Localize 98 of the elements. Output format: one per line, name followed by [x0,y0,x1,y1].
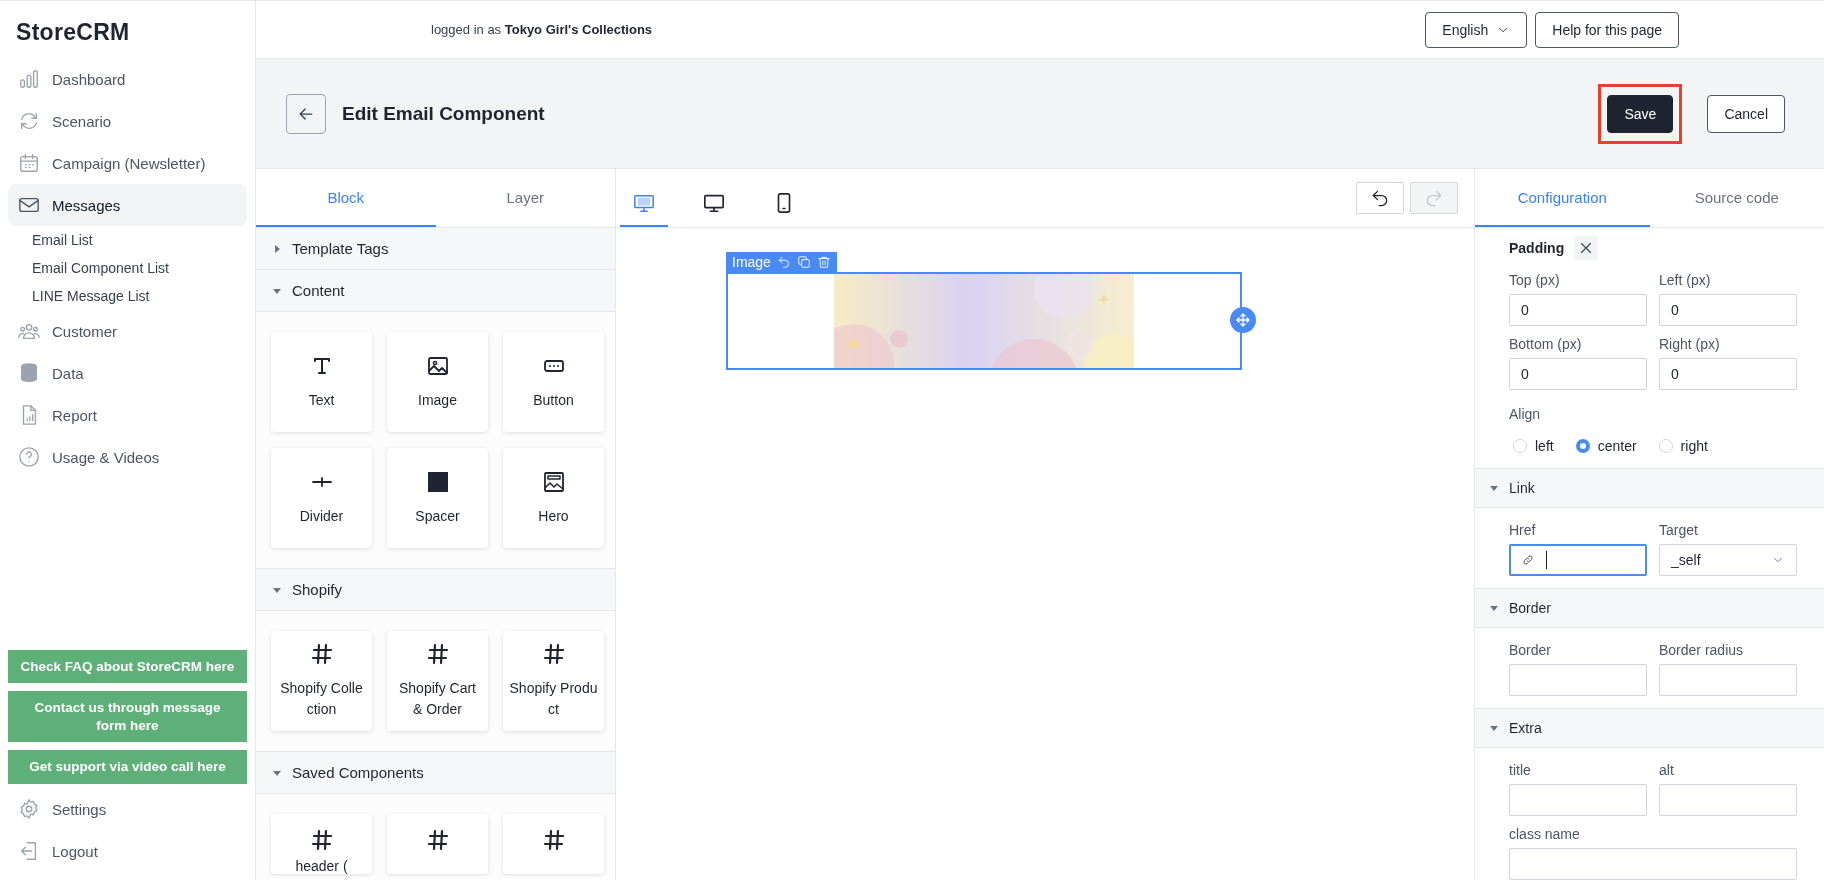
image-block[interactable] [726,272,1242,370]
section-title: Border [1509,600,1552,616]
radio-label: left [1535,438,1554,454]
action-button[interactable]: Save [1607,94,1674,133]
hero-icon [541,469,566,494]
section-header[interactable]: Content [256,270,615,312]
move-icon [1235,312,1251,328]
bar-chart-icon [18,68,40,90]
sidebar-item[interactable]: Settings [8,788,247,830]
hash-icon [541,828,566,852]
field-label: Top (px) [1509,272,1561,288]
sidebar-item[interactable]: Report [8,394,247,436]
login-status: logged in as Tokyo Girl's Collections [431,22,653,37]
link-icon [1522,554,1534,566]
input-field[interactable]: 0 [1659,358,1797,390]
block-tile[interactable]: Button [503,332,604,432]
sidebar-item[interactable]: Campaign (Newsletter) [8,142,247,184]
radio-label: right [1680,438,1708,454]
block-tile[interactable] [387,814,488,874]
block-tile[interactable]: Hero [503,448,604,548]
block-tile[interactable]: Image [387,332,488,432]
undo-icon [776,255,791,269]
help-button[interactable]: Help for this page [1535,11,1679,48]
section-header[interactable]: Saved Components [256,752,615,794]
section-title: Link [1509,480,1535,496]
section-title: Content [292,282,345,299]
sidebar-item[interactable]: Data [8,352,247,394]
field-label: title [1509,762,1532,778]
input-field[interactable]: 0 [1509,294,1647,326]
hash-icon [425,828,450,852]
responsive-view-icon [633,192,655,214]
block-tile[interactable]: Shopify Cart & Order [387,631,488,731]
submenu-link[interactable]: LINE Message List [32,288,150,304]
group-title: Padding [1509,240,1565,256]
section-header[interactable]: Link [1475,468,1824,508]
field-label: Target [1659,522,1699,538]
settings-icon [18,798,40,820]
section-header[interactable]: Template Tags [256,228,615,270]
page-title: Edit Email Component [342,102,546,125]
block-tile[interactable]: Shopify Product [503,631,604,731]
move-handle[interactable] [1230,307,1256,333]
sidebar-item[interactable]: Dashboard [8,58,247,100]
square-icon [425,469,450,494]
section-header[interactable]: Border [1475,588,1824,628]
back-button[interactable] [286,93,326,134]
block-tile[interactable]: header ( [271,814,372,874]
help-icon [18,446,40,468]
copy-icon [796,255,811,269]
section-header[interactable]: Extra [1475,708,1824,748]
section-header[interactable]: Shopify [256,569,615,611]
radio-label: center [1597,438,1637,454]
section-title: Shopify [292,581,343,598]
block-tile[interactable]: Spacer [387,448,488,548]
field-label: Href [1509,522,1537,538]
hash-icon [425,642,450,666]
calendar-icon [18,152,40,174]
radio-button[interactable] [1575,439,1590,453]
section-title: Extra [1509,720,1542,736]
sync-icon [18,110,40,132]
section-title: Template Tags [292,240,389,257]
block-label: Image [732,254,771,270]
undo-button[interactable] [1356,182,1404,214]
field-label: Border radius [1659,642,1745,658]
field-label: Bottom (px) [1509,336,1583,352]
target-dropdown[interactable]: _self [1659,544,1797,576]
redo-icon [1424,188,1444,208]
input-field[interactable]: 0 [1509,358,1647,390]
section-title: Saved Components [292,764,424,781]
hash-icon [309,642,334,666]
sidebar-item[interactable]: Scenario [8,100,247,142]
field-label: Right (px) [1659,336,1721,352]
input-field[interactable]: 0 [1659,294,1797,326]
hash-icon [541,642,566,666]
submenu-link[interactable]: Email Component List [32,260,169,276]
submenu-link[interactable]: Email List [32,232,93,248]
field-label: alt [1659,762,1675,778]
field-label: Align [1509,406,1542,422]
field-label: Border [1509,642,1553,658]
action-button[interactable]: Cancel [1707,94,1785,133]
input-field[interactable] [1509,544,1647,576]
block-tile[interactable] [503,814,604,874]
block-tile[interactable]: Text [271,332,372,432]
undo-icon [1370,188,1390,208]
hash-icon [309,828,334,852]
remove-button[interactable] [1574,236,1599,260]
sidebar-item[interactable]: Logout [8,830,247,872]
sidebar-item[interactable]: Customer [8,310,247,352]
sidebar-item[interactable]: Messages [8,184,247,226]
language-dropdown[interactable]: English [1425,11,1528,48]
field-label: Left (px) [1659,272,1712,288]
sidebar-item[interactable]: Usage & Videos [8,436,247,478]
desktop-icon [703,192,725,214]
field-label: class name [1509,826,1581,842]
block-tile[interactable]: Divider [271,448,372,548]
trash-icon [816,255,831,269]
block-tile[interactable]: Shopify Collection [271,631,372,731]
database-icon [18,362,40,384]
brand-logo: StoreCRM [15,18,131,47]
